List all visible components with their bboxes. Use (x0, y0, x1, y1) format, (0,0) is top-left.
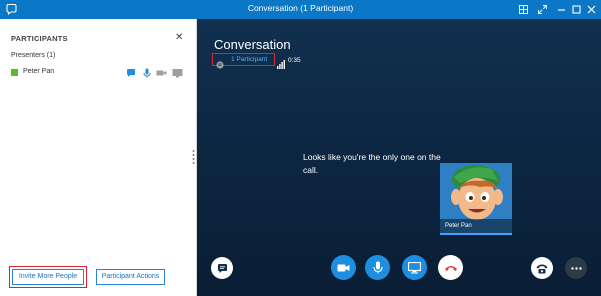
fullscreen-icon[interactable] (536, 3, 549, 16)
share-screen-button[interactable] (402, 255, 427, 280)
chat-button[interactable] (211, 257, 233, 279)
title-bar: Conversation (1 Participant) (0, 0, 601, 19)
hang-up-icon (444, 265, 457, 271)
microphone-button[interactable] (365, 255, 390, 280)
maximize-icon[interactable] (570, 3, 583, 16)
chat-icon (125, 67, 136, 78)
video-camera-icon (337, 264, 350, 271)
participants-panel: PARTICIPANTS ✕ Presenters (1) Peter Pan … (0, 19, 197, 296)
participant-count-link[interactable]: 1 Participant (231, 56, 267, 63)
participants-icon (216, 56, 224, 69)
video-icon (156, 67, 167, 78)
presenters-heading: Presenters (1) (11, 52, 56, 59)
hang-up-button[interactable] (438, 255, 463, 280)
panel-title: PARTICIPANTS (11, 34, 68, 43)
more-options-button[interactable] (565, 257, 587, 279)
invite-more-people-button[interactable]: Invite More People (12, 269, 84, 285)
microphone-icon (141, 67, 152, 78)
participant-row[interactable]: Peter Pan (11, 67, 189, 79)
skype-conversation-window: Conversation (1 Participant) PARTICIPANT… (0, 0, 601, 296)
conversation-title: Conversation (214, 37, 291, 52)
alone-on-call-message: Looks like you're the only one on the ca… (303, 152, 441, 175)
panel-close-button[interactable]: ✕ (175, 32, 183, 43)
avatar: Peter Pan (440, 163, 512, 233)
panel-resize-handle[interactable] (192, 149, 195, 165)
window-title: Conversation (1 Participant) (247, 3, 354, 13)
presence-indicator (11, 69, 18, 76)
participant-name: Peter Pan (23, 68, 55, 75)
avatar-name-label: Peter Pan (445, 223, 472, 229)
conversation-stage: Conversation 1 Participant 0:35 Looks li… (197, 19, 601, 296)
participant-count-chip[interactable]: 1 Participant (212, 53, 275, 69)
ellipsis-icon (570, 266, 582, 270)
phone-dialpad-icon (536, 264, 548, 273)
chat-bubble-icon (217, 263, 227, 273)
call-controls-button[interactable] (531, 257, 553, 279)
call-quality-icon (277, 56, 285, 69)
snap-icon[interactable] (517, 3, 530, 16)
close-icon[interactable] (585, 3, 598, 16)
participant-actions-button[interactable]: Participant Actions (96, 269, 165, 285)
call-timer: 0:35 (288, 57, 301, 64)
screen-share-icon (172, 67, 183, 78)
monitor-icon (408, 261, 421, 273)
microphone-icon (372, 261, 383, 274)
minimize-icon[interactable] (555, 3, 568, 16)
speaking-indicator-bar (440, 233, 512, 235)
video-button[interactable] (331, 255, 356, 280)
